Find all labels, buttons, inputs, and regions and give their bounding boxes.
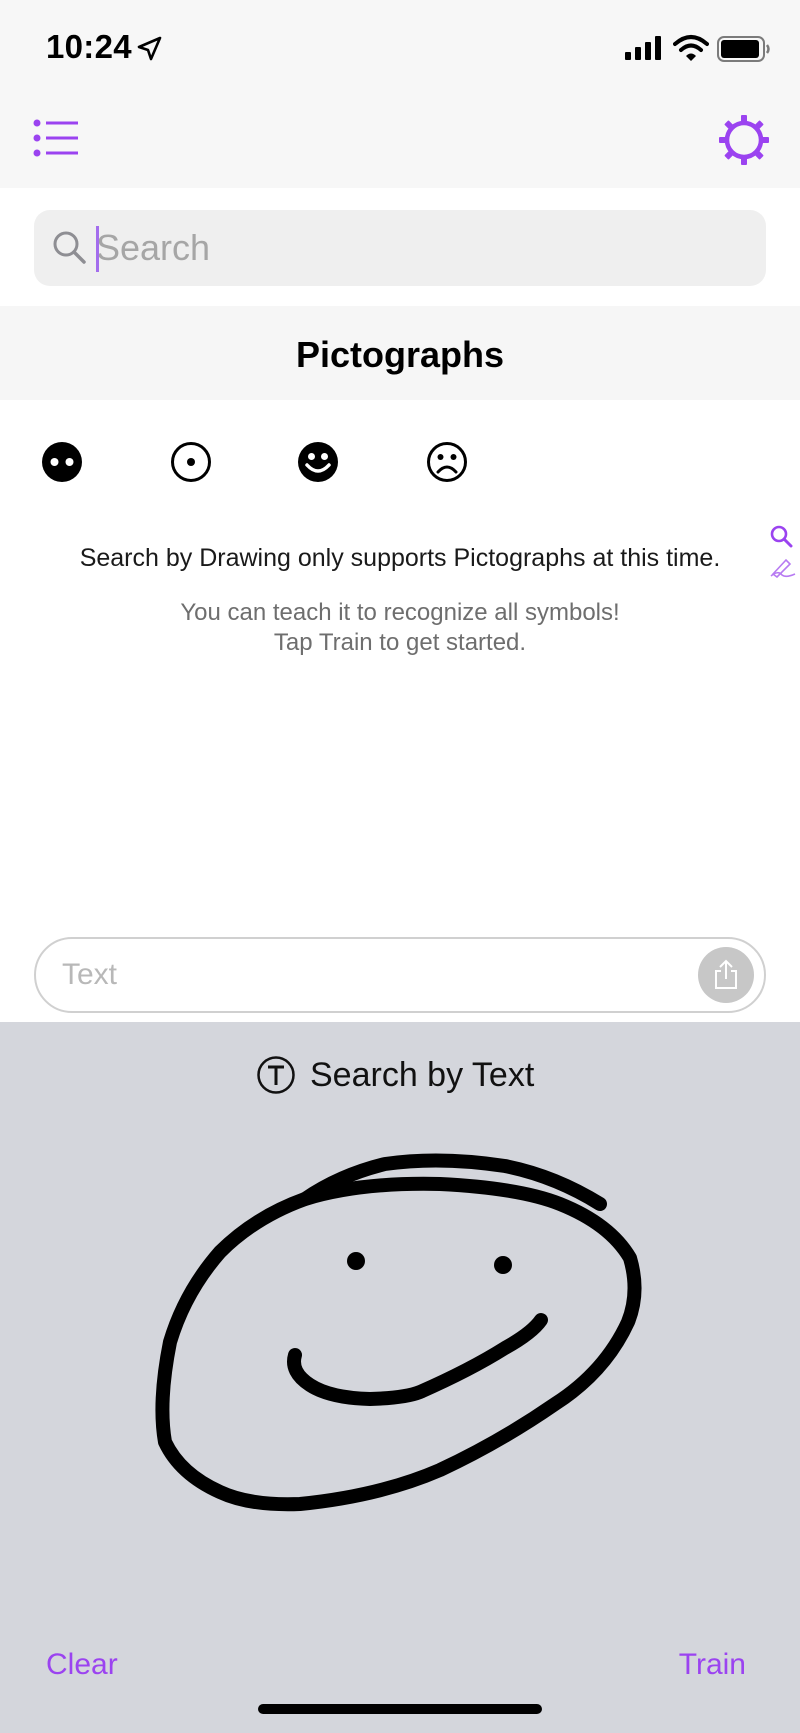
search-bar[interactable] [34,210,766,286]
drawn-smile [287,1313,548,1406]
settings-gear-icon[interactable] [718,114,770,166]
search-area [0,188,800,306]
mode-label: Search by Text [310,1055,535,1094]
search-input[interactable] [96,220,746,276]
share-icon [715,959,737,989]
section-title: Pictographs [295,334,505,375]
clear-button[interactable]: Clear [46,1648,118,1682]
drawing-panel: Search by Text Clear Train [0,1022,800,1733]
train-hint-line1: You can teach it to recognize all symbol… [180,599,620,626]
share-button[interactable] [698,947,754,1003]
text-cursor [96,226,99,272]
train-button[interactable]: Train [679,1648,746,1682]
wifi-icon [673,35,709,61]
section-header: Pictographs [0,306,800,400]
frowning-face-icon[interactable] [426,441,468,483]
top-bar: 10:24 [0,0,800,188]
face-two-dots-filled-icon[interactable] [41,441,83,483]
smiley-filled-icon[interactable] [297,441,339,483]
circled-t-icon [257,1056,295,1094]
text-input[interactable] [62,951,662,999]
drawing-canvas[interactable] [0,1112,800,1612]
train-hint-line2: Tap Train to get started. [273,629,527,656]
circled-dot-icon[interactable] [170,441,212,483]
battery-icon [717,36,770,62]
drawn-left-eye [347,1252,365,1270]
drawn-face-outline [155,1176,642,1512]
status-time: 10:24 [46,28,132,65]
search-icon [53,231,86,264]
location-arrow-icon [137,36,162,61]
home-indicator[interactable] [258,1704,542,1714]
text-composer[interactable] [34,937,766,1013]
list-menu-button[interactable] [32,118,82,158]
drawn-right-eye [494,1256,512,1274]
cellular-signal-icon [625,36,661,60]
search-by-text-toggle[interactable]: Search by Text [256,1052,534,1098]
train-hint: You can teach it to recognize all symbol… [0,598,800,658]
drawing-support-notice: Search by Drawing only supports Pictogra… [79,544,721,572]
